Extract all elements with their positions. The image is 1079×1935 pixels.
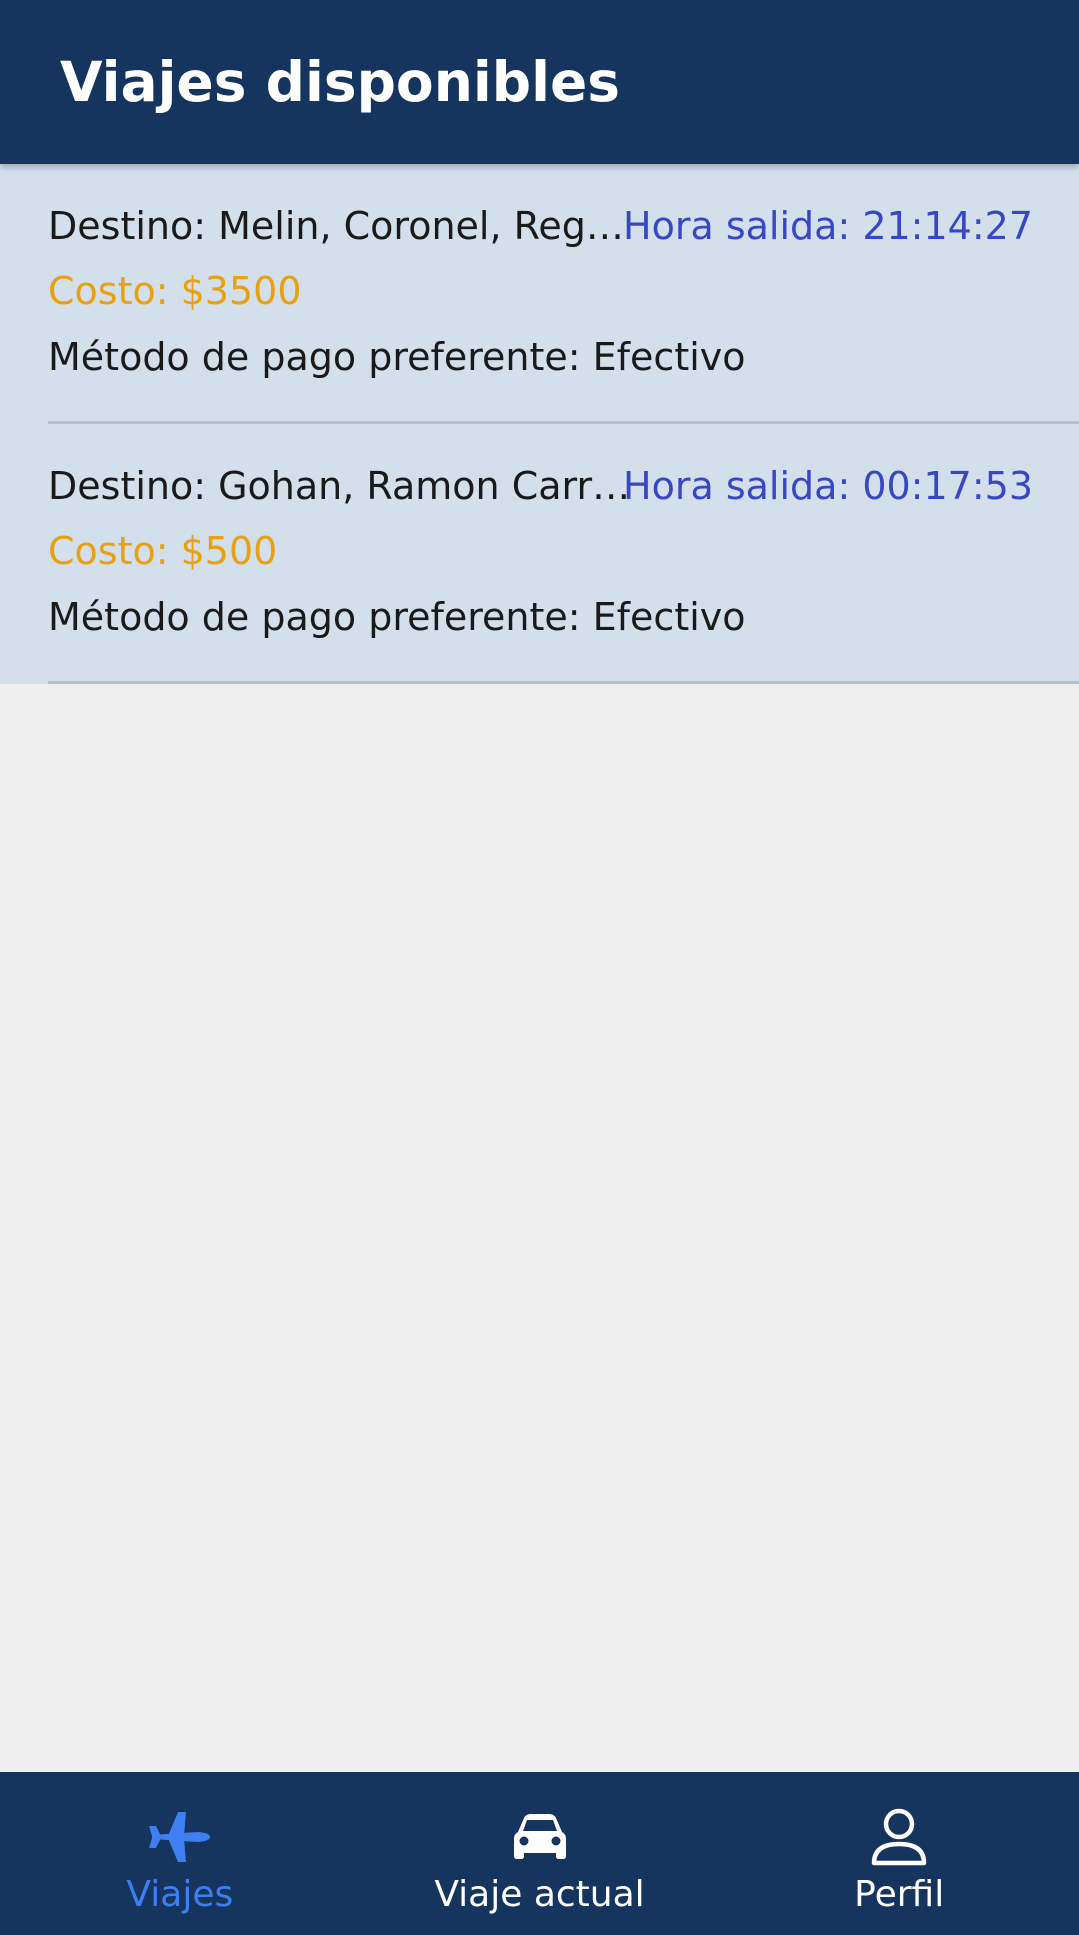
trip-list-item[interactable]: Destino: Melin, Coronel, Región del Biob…: [0, 164, 1079, 424]
trip-cost: Costo: $500: [48, 529, 278, 573]
trip-cost: Costo: $3500: [48, 269, 302, 313]
trip-departure-time: Hora salida: 00:17:53: [623, 464, 1033, 508]
trip-list: Destino: Melin, Coronel, Región del Biob…: [0, 164, 1079, 684]
nav-item-perfil[interactable]: Perfil: [719, 1772, 1079, 1935]
app-bar: Viajes disponibles: [0, 0, 1079, 164]
trip-destination: Destino: Gohan, Ramon Carrasco: [48, 464, 631, 508]
airplane-icon: [146, 1808, 214, 1866]
trip-departure-time: Hora salida: 21:14:27: [623, 204, 1033, 248]
trip-destination: Destino: Melin, Coronel, Región del Biob…: [48, 204, 631, 248]
nav-item-viajes[interactable]: Viajes: [0, 1772, 360, 1935]
nav-label-viajes: Viajes: [126, 1874, 234, 1915]
trip-header-row: Destino: Melin, Coronel, Región del Biob…: [48, 201, 1033, 251]
trip-list-item[interactable]: Destino: Gohan, Ramon Carrasco Hora sali…: [0, 424, 1079, 684]
page-title: Viajes disponibles: [60, 50, 620, 114]
car-icon: [506, 1808, 574, 1866]
trip-header-row: Destino: Gohan, Ramon Carrasco Hora sali…: [48, 461, 1033, 511]
bottom-navigation: Viajes Viaje actual Perfil: [0, 1772, 1079, 1935]
person-icon: [865, 1808, 933, 1866]
nav-item-viaje-actual[interactable]: Viaje actual: [360, 1772, 720, 1935]
nav-label-perfil: Perfil: [854, 1874, 945, 1915]
trip-payment-method: Método de pago preferente: Efectivo: [48, 595, 746, 639]
nav-label-viaje-actual: Viaje actual: [434, 1874, 645, 1915]
trip-payment-method: Método de pago preferente: Efectivo: [48, 335, 746, 379]
